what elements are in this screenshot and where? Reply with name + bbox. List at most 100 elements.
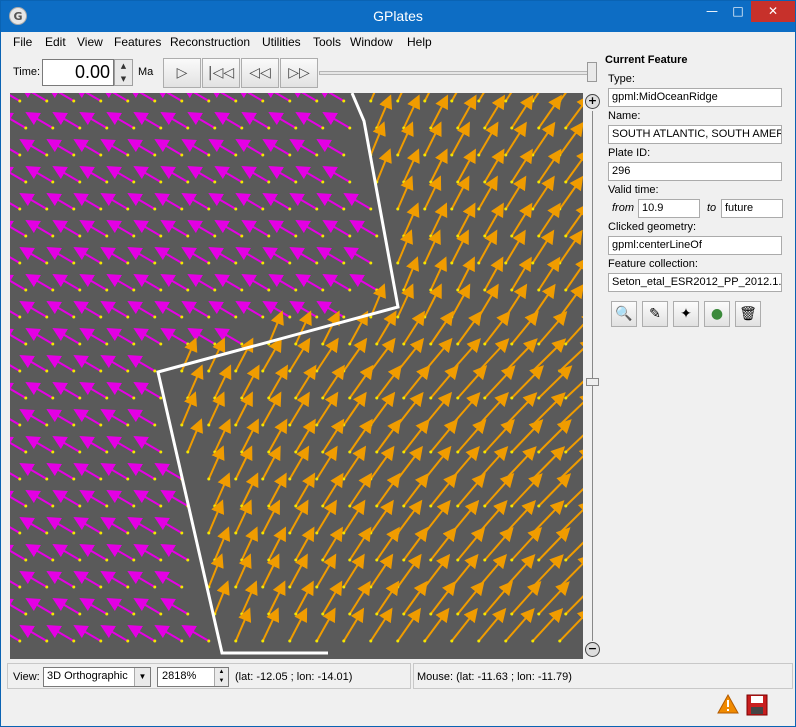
orange-velocity-vector xyxy=(456,94,477,129)
play-button[interactable]: ▷ xyxy=(163,58,201,88)
vector-origin-point xyxy=(45,261,49,265)
maximize-icon[interactable]: □ xyxy=(725,1,751,22)
vector-origin-point xyxy=(18,639,22,643)
vector-origin-point xyxy=(207,477,211,481)
magenta-velocity-vector xyxy=(160,219,189,237)
edit-feature-button[interactable]: ✎ xyxy=(642,301,668,327)
time-input[interactable]: 0.00 xyxy=(42,59,114,86)
orange-velocity-vector xyxy=(423,445,452,480)
magenta-velocity-vector xyxy=(46,192,75,210)
reset-to-start-button[interactable]: |◁◁ xyxy=(202,58,240,88)
magenta-velocity-vector xyxy=(106,219,135,237)
move-vertex-button[interactable]: ✦ xyxy=(673,301,699,327)
spin-down-icon[interactable]: ▼ xyxy=(115,73,132,86)
vector-origin-point xyxy=(240,234,244,238)
menu-edit[interactable]: Edit xyxy=(45,35,66,49)
zoom-percent-input[interactable]: 2818% ▲ ▼ xyxy=(157,667,229,687)
vector-origin-point xyxy=(186,234,190,238)
zoom-spinner-icon[interactable]: ▲ ▼ xyxy=(214,668,228,686)
vector-origin-point xyxy=(510,234,514,238)
orange-velocity-vector xyxy=(207,499,225,534)
menu-reconstruction[interactable]: Reconstruction xyxy=(170,35,250,49)
close-icon[interactable]: ✕ xyxy=(751,1,795,22)
vector-origin-point xyxy=(126,585,130,589)
feature-collection-field[interactable]: Seton_etal_ESR2012_PP_2012.1.gpml xyxy=(608,273,782,292)
vector-origin-point xyxy=(72,423,76,427)
zoom-out-icon[interactable]: − xyxy=(585,642,600,657)
vector-origin-point xyxy=(483,558,487,562)
vector-origin-point xyxy=(153,207,157,211)
vector-origin-point xyxy=(537,180,541,184)
zoom-in-icon[interactable]: + xyxy=(585,94,600,109)
magenta-velocity-vector xyxy=(181,192,210,210)
magenta-velocity-vector xyxy=(106,111,135,129)
plate-boundary-line[interactable] xyxy=(156,93,400,655)
vector-origin-point xyxy=(24,288,28,292)
vector-origin-point xyxy=(537,450,541,454)
menu-tools[interactable]: Tools xyxy=(313,35,341,49)
step-back-button[interactable]: ◁◁ xyxy=(241,58,279,88)
time-slider-handle[interactable] xyxy=(587,62,597,82)
magenta-velocity-vector xyxy=(52,165,81,183)
orange-velocity-vector xyxy=(234,499,252,534)
magenta-velocity-vector xyxy=(79,273,108,291)
orange-velocity-vector xyxy=(511,419,544,453)
query-feature-button[interactable]: 🔍 xyxy=(611,301,637,327)
vector-origin-point xyxy=(294,504,298,508)
menu-window[interactable]: Window xyxy=(350,35,393,49)
menu-view[interactable]: View xyxy=(77,35,103,49)
step-forward-button[interactable]: ▷▷ xyxy=(280,58,318,88)
time-slider[interactable] xyxy=(319,71,595,75)
vector-origin-point xyxy=(348,396,352,400)
zoom-handle[interactable] xyxy=(586,378,599,386)
plate-id-field[interactable]: 296 xyxy=(608,162,782,181)
orange-velocity-vector xyxy=(321,580,343,615)
projection-select[interactable]: 3D Orthographic ▼ xyxy=(43,667,151,687)
clone-button[interactable]: ● xyxy=(704,301,730,327)
orange-velocity-vector xyxy=(532,554,564,588)
menu-help[interactable]: Help xyxy=(407,35,432,49)
title-bar[interactable]: G GPlates — □ ✕ xyxy=(1,1,795,32)
menu-utilities[interactable]: Utilities xyxy=(262,35,301,49)
delete-feature-button[interactable]: 🗑 xyxy=(735,301,761,327)
magenta-velocity-vector xyxy=(289,300,318,318)
name-field[interactable]: SOUTH ATLANTIC, SOUTH AMERICA-AFRICA xyxy=(608,125,782,144)
type-field[interactable]: gpml:MidOceanRidge xyxy=(608,88,782,107)
magenta-velocity-vector xyxy=(19,570,48,588)
orange-velocity-vector xyxy=(186,364,204,399)
vector-origin-point xyxy=(537,126,541,130)
chevron-down-icon[interactable]: ▼ xyxy=(134,668,150,686)
magenta-velocity-vector xyxy=(268,111,297,129)
valid-to-field[interactable]: future xyxy=(721,199,783,218)
save-icon[interactable] xyxy=(746,694,768,716)
vector-origin-point xyxy=(558,369,562,373)
menu-file[interactable]: File xyxy=(13,35,32,49)
magenta-velocity-vector xyxy=(10,273,27,291)
magenta-velocity-vector xyxy=(52,219,81,237)
minimize-icon[interactable]: — xyxy=(699,1,725,22)
vector-origin-point xyxy=(213,288,217,292)
magenta-velocity-vector xyxy=(10,597,27,615)
orange-velocity-vector xyxy=(505,392,538,426)
valid-from-field[interactable]: 10.9 xyxy=(638,199,700,218)
vector-origin-point xyxy=(564,396,568,400)
orange-velocity-vector xyxy=(342,337,368,372)
zoom-slider[interactable]: + − xyxy=(584,93,601,659)
spin-up-icon[interactable]: ▲ xyxy=(115,60,132,73)
orange-velocity-vector xyxy=(375,580,400,615)
vector-origin-point xyxy=(159,396,163,400)
clicked-geometry-field[interactable]: gpml:centerLineOf xyxy=(608,236,782,255)
magenta-velocity-vector xyxy=(262,246,291,264)
globe-canvas[interactable] xyxy=(10,93,583,659)
orange-velocity-vector xyxy=(565,434,583,453)
time-spinner[interactable]: ▲ ▼ xyxy=(114,59,133,86)
magenta-velocity-vector xyxy=(154,138,183,156)
menu-features[interactable]: Features xyxy=(114,35,161,49)
vector-origin-point xyxy=(126,207,130,211)
magenta-velocity-vector xyxy=(295,273,324,291)
magenta-velocity-vector xyxy=(79,327,108,345)
vector-origin-point xyxy=(288,369,292,373)
warning-icon[interactable] xyxy=(717,694,739,714)
magenta-velocity-vector xyxy=(160,273,189,291)
orange-velocity-vector xyxy=(186,418,203,453)
